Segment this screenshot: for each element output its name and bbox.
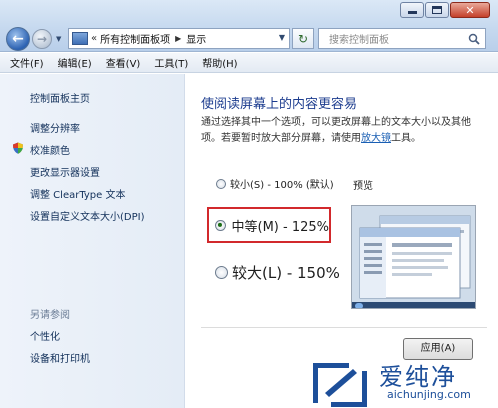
divider: [201, 327, 487, 328]
sidebar-adjust-cleartype[interactable]: 调整 ClearType 文本: [30, 186, 125, 201]
back-arrow-icon: ←: [12, 31, 24, 47]
search-icon[interactable]: [465, 30, 483, 48]
shield-icon: [13, 142, 23, 154]
forward-button[interactable]: →: [32, 29, 52, 49]
page-title: 使阅读屏幕上的内容更容易: [201, 97, 358, 112]
radio-medium[interactable]: [215, 219, 226, 231]
search-input[interactable]: 搜索控制面板: [319, 31, 465, 46]
breadcrumb-display[interactable]: 显示: [186, 31, 206, 46]
description-before: 通过选择其中一个选项，可以更改屏幕上的文本大小以及其他项。若要暂时放大部分屏幕，…: [201, 117, 471, 144]
search-box[interactable]: 搜索控制面板: [318, 28, 486, 49]
breadcrumb-all-items[interactable]: 所有控制面板项: [100, 31, 170, 46]
breadcrumb-overflow-icon[interactable]: «: [91, 33, 97, 44]
menu-view[interactable]: 查看(V): [106, 55, 141, 70]
control-panel-icon: [72, 32, 88, 45]
preview-label: 预览: [353, 181, 373, 192]
option-medium[interactable]: 中等(M) - 125%: [207, 207, 331, 243]
recent-pages-dropdown-icon[interactable]: ▼: [56, 35, 61, 43]
sidebar: 控制面板主页 调整分辨率 校准颜色 更改显示器设置 调整 ClearType 文…: [0, 74, 185, 408]
maximize-icon: [432, 6, 442, 14]
watermark: 爱纯净 aichunjing.com: [309, 355, 498, 408]
description-text: 通过选择其中一个选项，可以更改屏幕上的文本大小以及其他项。若要暂时放大部分屏幕，…: [201, 115, 486, 147]
option-larger-label: 较大(L) - 150%: [232, 264, 340, 282]
breadcrumb-arrow-icon[interactable]: ▶: [175, 34, 181, 43]
radio-larger[interactable]: [215, 266, 228, 279]
option-medium-label: 中等(M) - 125%: [231, 219, 329, 235]
sidebar-devices-and-printers[interactable]: 设备和打印机: [30, 350, 90, 365]
preview-image: [351, 205, 476, 309]
radio-smaller[interactable]: [216, 178, 226, 189]
option-smaller[interactable]: 较小(S) - 100% (默认): [216, 176, 334, 191]
menu-bar: 文件(F) 编辑(E) 查看(V) 工具(T) 帮助(H): [0, 53, 498, 73]
watermark-logo: [313, 363, 367, 407]
magnifier-link[interactable]: 放大镜: [361, 133, 391, 144]
menu-file[interactable]: 文件(F): [10, 55, 44, 70]
close-icon: ✕: [465, 3, 475, 17]
refresh-icon: ↻: [297, 31, 309, 46]
sidebar-change-display-settings[interactable]: 更改显示器设置: [30, 164, 100, 179]
option-smaller-label: 较小(S) - 100% (默认): [230, 180, 334, 191]
maximize-button[interactable]: [425, 2, 449, 18]
window-controls: ✕: [400, 2, 490, 18]
sidebar-calibrate-color[interactable]: 校准颜色: [30, 142, 70, 157]
sidebar-control-panel-home[interactable]: 控制面板主页: [30, 90, 90, 105]
back-button[interactable]: ←: [6, 27, 30, 51]
menu-help[interactable]: 帮助(H): [202, 55, 237, 70]
sidebar-adjust-resolution[interactable]: 调整分辨率: [30, 120, 80, 135]
minimize-icon: [407, 11, 417, 14]
description-after: 工具。: [391, 133, 421, 144]
option-larger[interactable]: 较大(L) - 150%: [215, 262, 340, 283]
minimize-button[interactable]: [400, 2, 424, 18]
menu-tools[interactable]: 工具(T): [154, 55, 188, 70]
sidebar-personalization[interactable]: 个性化: [30, 328, 60, 343]
watermark-text: 爱纯净: [379, 363, 457, 391]
sidebar-custom-text-size[interactable]: 设置自定义文本大小(DPI): [30, 208, 144, 223]
close-button[interactable]: ✕: [450, 2, 490, 18]
preview-screen-illustration: [352, 206, 475, 308]
menu-edit[interactable]: 编辑(E): [58, 55, 92, 70]
refresh-button[interactable]: ↻: [292, 28, 314, 49]
title-bar: ✕ ← → ▼ « 所有控制面板项 ▶ 显示 ▼ ↻ 搜索控制面板: [0, 0, 498, 52]
see-also-heading: 另请参阅: [30, 310, 70, 321]
forward-arrow-icon: →: [36, 32, 48, 46]
address-dropdown-icon[interactable]: ▼: [279, 33, 285, 42]
watermark-url: aichunjing.com: [387, 388, 471, 401]
address-bar[interactable]: « 所有控制面板项 ▶ 显示 ▼: [68, 28, 290, 49]
